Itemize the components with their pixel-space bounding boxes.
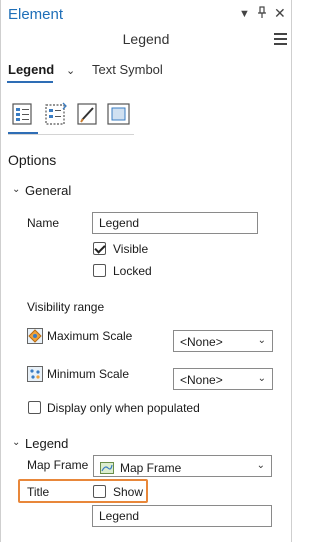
max-scale-value: <None> <box>180 335 223 349</box>
tab-dropdown-icon[interactable]: ⌄ <box>66 64 75 77</box>
tab-active-indicator <box>7 81 53 83</box>
locked-label: Locked <box>113 264 152 278</box>
symbol-pen-icon[interactable] <box>75 100 101 128</box>
visible-checkbox[interactable] <box>93 242 106 255</box>
display-frame-icon[interactable] <box>106 100 132 128</box>
max-scale-label: Maximum Scale <box>47 329 133 343</box>
max-scale-dropdown[interactable]: <None> ⌄ <box>173 330 273 352</box>
chevron-down-icon: ⌄ <box>256 460 265 471</box>
map-frame-dropdown[interactable]: Map Frame ⌄ <box>93 455 272 477</box>
legend-arrange-icon[interactable] <box>43 100 69 128</box>
tab-legend[interactable]: Legend <box>8 62 54 77</box>
show-title-checkbox[interactable] <box>93 485 106 498</box>
legend-heading[interactable]: Legend <box>25 436 68 451</box>
legend-options-icon[interactable] <box>10 100 36 128</box>
title-field[interactable]: Legend <box>92 505 272 527</box>
panel-border-right <box>291 0 292 542</box>
tab-text-symbol[interactable]: Text Symbol <box>92 62 163 77</box>
visibility-range-label: Visibility range <box>27 300 105 314</box>
max-scale-icon <box>27 328 43 344</box>
close-icon[interactable]: ✕ <box>274 5 286 22</box>
locked-checkbox[interactable] <box>93 264 106 277</box>
map-frame-value: Map Frame <box>120 460 182 475</box>
visible-label: Visible <box>113 242 149 256</box>
icon-tab-divider <box>8 134 134 135</box>
menu-icon[interactable] <box>274 33 287 45</box>
chevron-down-icon: ⌄ <box>257 373 266 384</box>
show-title-label: Show <box>113 485 144 499</box>
pin-icon[interactable] <box>257 6 267 22</box>
chevron-down-icon: ⌄ <box>257 335 266 346</box>
general-heading[interactable]: General <box>25 183 71 198</box>
map-frame-icon <box>100 461 114 474</box>
legend-collapse-icon[interactable]: ⌄ <box>12 437 20 448</box>
display-populated-checkbox[interactable] <box>28 401 41 414</box>
name-field[interactable]: Legend <box>92 212 258 234</box>
min-scale-label: Minimum Scale <box>47 367 130 381</box>
panel-title: Element <box>8 6 64 23</box>
options-heading: Options <box>8 152 57 168</box>
min-scale-value: <None> <box>180 373 223 387</box>
title-label: Title <box>27 485 50 499</box>
display-populated-label: Display only when populated <box>47 401 200 415</box>
panel-border-left <box>0 0 1 542</box>
min-scale-dropdown[interactable]: <None> ⌄ <box>173 368 273 390</box>
general-collapse-icon[interactable]: ⌄ <box>12 184 20 195</box>
name-label: Name <box>27 216 60 230</box>
chevron-down-icon[interactable]: ▼ <box>239 8 250 20</box>
map-frame-label: Map Frame <box>27 458 89 472</box>
panel-heading: Legend <box>122 31 170 47</box>
min-scale-icon <box>27 366 43 382</box>
